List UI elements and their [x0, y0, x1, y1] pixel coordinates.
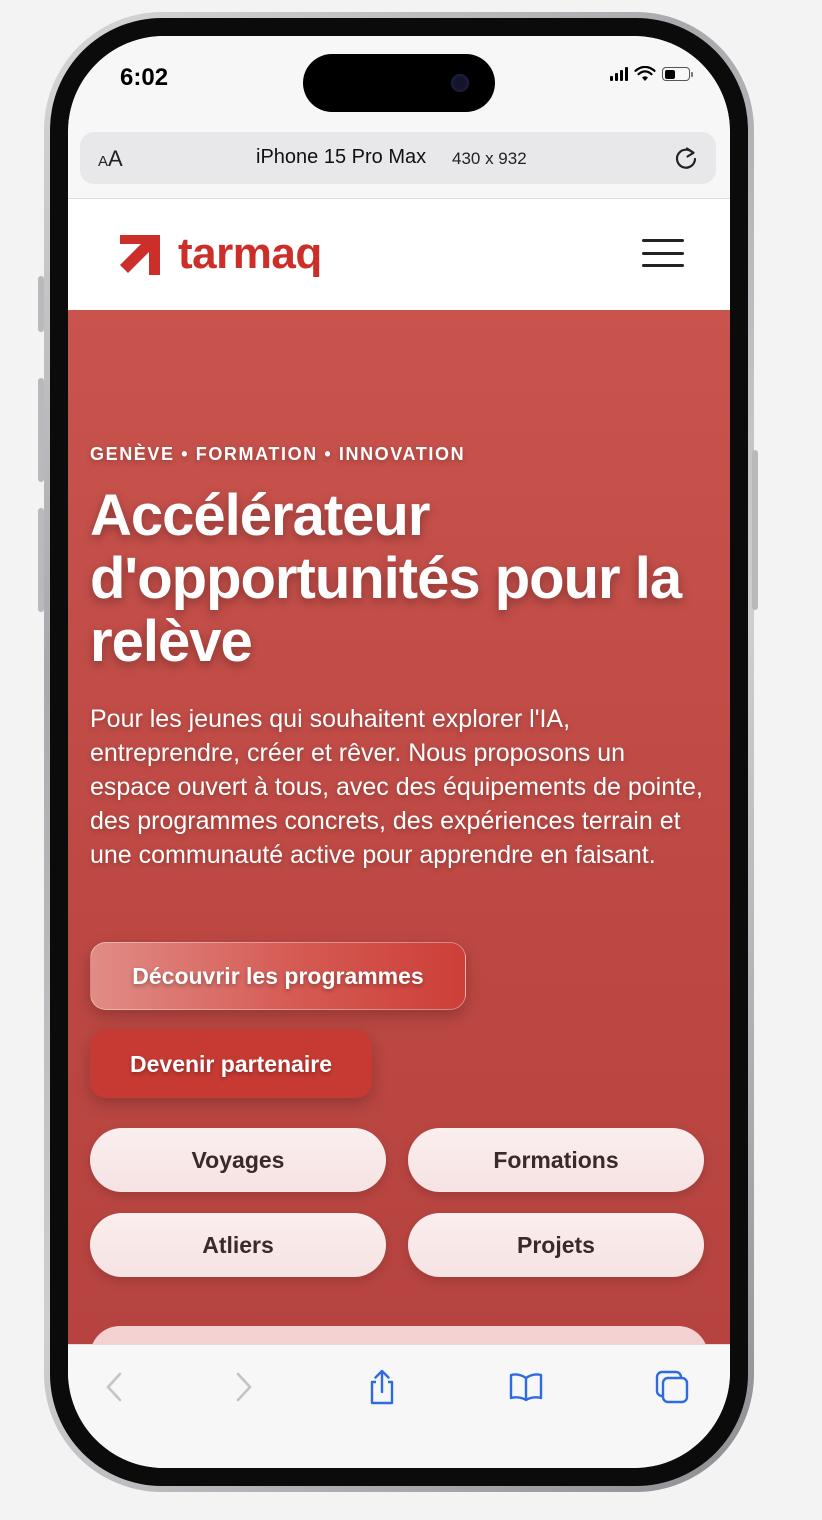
hamburger-line: [642, 264, 684, 267]
chip-voyages[interactable]: Voyages: [90, 1128, 386, 1192]
logo[interactable]: tarmaq: [116, 229, 322, 279]
logo-text: tarmaq: [178, 229, 322, 278]
hamburger-line: [642, 251, 684, 255]
hero-eyebrow: GENÈVE • FORMATION • INNOVATION: [90, 444, 466, 464]
action-button: [38, 276, 44, 332]
share-icon[interactable]: [362, 1367, 402, 1407]
text-size-small-label: A: [98, 153, 109, 170]
status-icons: [610, 66, 693, 82]
text-size-button[interactable]: AA: [98, 146, 123, 172]
wifi-icon: [634, 66, 656, 81]
hero-section: GENÈVE • FORMATION • INNOVATION Accéléra…: [68, 310, 730, 1386]
logo-arrow-icon: [120, 235, 160, 275]
back-icon[interactable]: [94, 1367, 134, 1407]
power-button: [752, 450, 758, 610]
discover-programs-button[interactable]: Découvrir les programmes: [90, 942, 466, 1010]
text-size-large-label: A: [108, 146, 123, 171]
status-time: 6:02: [120, 64, 169, 91]
hero-title: Accélérateur d'opportunités pour la relè…: [90, 483, 682, 674]
reload-icon[interactable]: [672, 144, 700, 172]
tabs-icon[interactable]: [652, 1367, 692, 1407]
dynamic-island: [303, 54, 495, 112]
camera-icon: [451, 74, 469, 92]
menu-button[interactable]: [642, 239, 684, 267]
status-bar: 6:02: [68, 36, 730, 126]
site-header: tarmaq: [68, 198, 730, 310]
hamburger-line: [642, 239, 684, 242]
battery-icon: [662, 67, 693, 81]
volume-up-button: [38, 378, 44, 482]
address-bar[interactable]: AA iPhone 15 Pro Max 430 x 932: [80, 132, 716, 184]
device-dimensions: 430 x 932: [452, 149, 527, 168]
cellular-signal-icon: [610, 67, 628, 81]
device-name: iPhone 15 Pro Max: [256, 146, 427, 168]
become-partner-button[interactable]: Devenir partenaire: [90, 1030, 372, 1098]
chip-atliers[interactable]: Atliers: [90, 1213, 386, 1277]
bookmarks-icon[interactable]: [506, 1367, 546, 1407]
forward-icon[interactable]: [224, 1367, 264, 1407]
phone-screen: 6:02 AA iPhone 15 Pro Max 430 x 932 tarm…: [68, 36, 730, 1468]
chip-formations[interactable]: Formations: [408, 1128, 704, 1192]
browser-toolbar: [68, 1344, 730, 1468]
hero-description: Pour les jeunes qui souhaitent explorer …: [90, 705, 703, 869]
chip-projets[interactable]: Projets: [408, 1213, 704, 1277]
volume-down-button: [38, 508, 44, 612]
